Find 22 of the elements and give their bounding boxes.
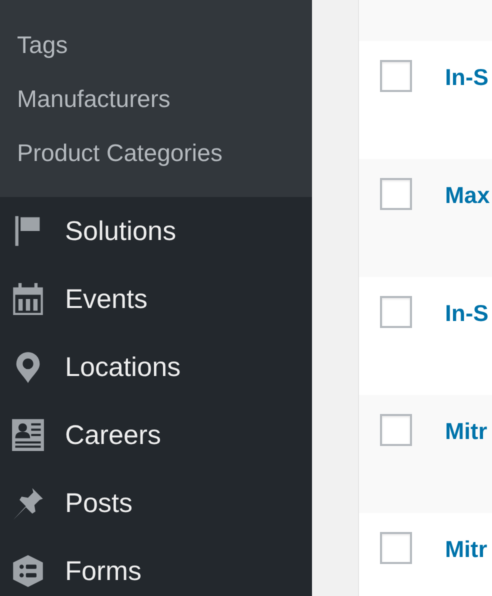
menu-link[interactable]: Solutions — [65, 216, 176, 246]
submenu-link[interactable]: Manufacturers — [0, 73, 312, 127]
row-checkbox[interactable] — [380, 296, 412, 328]
submenu-link[interactable]: Product Categories — [0, 127, 312, 181]
row-checkbox[interactable] — [380, 532, 412, 564]
row-checkbox[interactable] — [380, 178, 412, 210]
forms-icon — [11, 554, 45, 588]
menu-link[interactable]: Events — [65, 284, 148, 314]
row-checkbox[interactable] — [380, 414, 412, 446]
submenu-link[interactable]: Tags — [0, 19, 312, 73]
row-title-link[interactable]: In-S — [445, 60, 488, 94]
row-title-link[interactable]: Mitr — [445, 414, 488, 448]
menu-link[interactable]: Locations — [65, 352, 181, 382]
row-title-link[interactable]: Mitr — [445, 532, 488, 566]
calendar-icon — [11, 282, 45, 316]
row-checkbox[interactable] — [380, 60, 412, 92]
menu-link[interactable]: Careers — [65, 420, 162, 450]
row-title-link[interactable]: In-S — [445, 296, 488, 330]
row-title-link[interactable]: Max — [445, 178, 490, 212]
id-card-icon — [11, 418, 45, 452]
menu-link[interactable]: Forms — [65, 556, 142, 586]
menu-link[interactable]: Posts — [65, 488, 133, 518]
